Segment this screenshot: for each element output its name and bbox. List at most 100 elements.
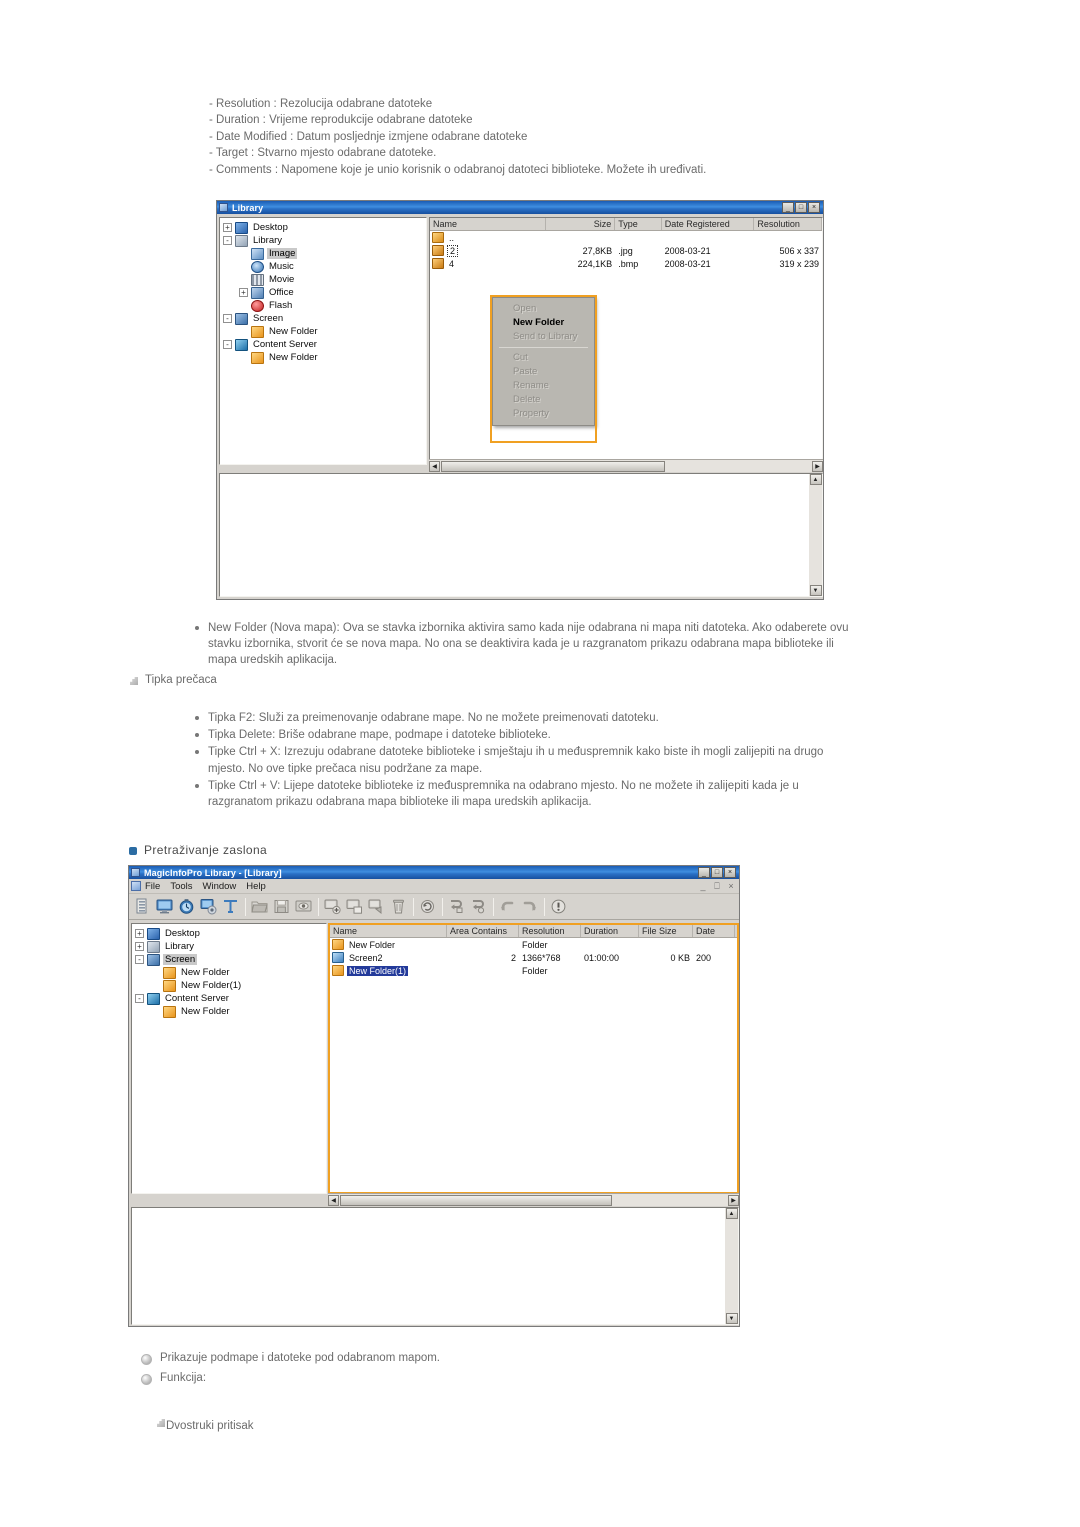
library-folder-tree[interactable]: + Desktop - Library Image Music Movie + … xyxy=(220,218,426,364)
tree-item-screen-newfolder[interactable]: New Folder xyxy=(223,325,426,338)
screen-monitor-icon[interactable] xyxy=(154,896,175,917)
settings-gear-icon[interactable] xyxy=(198,896,219,917)
column-header-name[interactable]: Name xyxy=(430,218,546,230)
magicinfopro-titlebar[interactable]: MagicInfoPro Library - [Library] _ □ × xyxy=(129,866,739,879)
close-button[interactable]: × xyxy=(808,202,820,213)
tree-item-new-folder-1[interactable]: New Folder(1) xyxy=(135,979,326,992)
tree-item-screen[interactable]: - Screen xyxy=(135,953,326,966)
tree-item-new-folder[interactable]: New Folder xyxy=(135,966,326,979)
column-header-name[interactable]: Name xyxy=(330,925,447,937)
close-button[interactable]: × xyxy=(724,867,736,878)
expander-icon[interactable]: + xyxy=(135,929,144,938)
scroll-up-button[interactable]: ▲ xyxy=(809,474,822,485)
menu-window[interactable]: Window xyxy=(203,881,237,892)
hscroll-thumb[interactable] xyxy=(441,460,665,472)
expander-icon[interactable]: + xyxy=(239,288,248,297)
library-list-hscrollbar[interactable]: ◀ ▶ xyxy=(429,459,823,472)
tree-item-library[interactable]: + Library xyxy=(135,940,326,953)
library-list-header[interactable]: Name Size Type Date Registered Resolutio… xyxy=(430,218,822,231)
magicinfopro-folder-tree[interactable]: + Desktop + Library - Screen New Folder xyxy=(132,924,326,1018)
column-header-area-contains[interactable]: Area Contains xyxy=(447,925,519,937)
hscroll-thumb[interactable] xyxy=(340,1194,612,1206)
tree-item-flash[interactable]: Flash xyxy=(223,299,426,312)
detail-pane-vscrollbar[interactable]: ▲ ▼ xyxy=(725,1208,738,1324)
tree-item-desktop[interactable]: + Desktop xyxy=(135,927,326,940)
tree-item-image[interactable]: Image xyxy=(223,247,426,260)
expander-icon[interactable]: - xyxy=(135,955,144,964)
menu-file[interactable]: File xyxy=(145,881,160,892)
scroll-left-button[interactable]: ◀ xyxy=(328,1194,339,1206)
copy-screen-icon[interactable] xyxy=(344,896,365,917)
tree-item-music[interactable]: Music xyxy=(223,260,426,273)
mdi-restore-button[interactable]: ⎕ xyxy=(712,881,722,892)
magicinfopro-list-body[interactable]: New Folder Folder Screen2 2 1366*768 01:… xyxy=(330,938,737,977)
mdi-close-button[interactable]: × xyxy=(726,881,736,892)
table-row[interactable]: Screen2 2 1366*768 01:00:00 0 KB 200 xyxy=(330,951,737,964)
maximize-button[interactable]: □ xyxy=(795,202,807,213)
scroll-left-button[interactable]: ◀ xyxy=(429,460,440,472)
expander-icon[interactable]: - xyxy=(223,314,232,323)
expander-icon[interactable]: - xyxy=(223,236,232,245)
context-menu-item-cut[interactable]: Cut xyxy=(493,351,594,365)
context-menu-item-delete[interactable]: Delete xyxy=(493,393,594,407)
tree-item-office[interactable]: + Office xyxy=(223,286,426,299)
delete-trash-icon[interactable] xyxy=(388,896,409,917)
context-menu-item-paste[interactable]: Paste xyxy=(493,365,594,379)
library-list-pane[interactable]: Name Size Type Date Registered Resolutio… xyxy=(429,217,823,465)
tree-item-library[interactable]: - Library xyxy=(223,234,426,247)
library-window-titlebar[interactable]: Library _ □ × xyxy=(217,201,823,214)
scroll-right-button[interactable]: ▶ xyxy=(728,1194,739,1206)
open-folder-icon[interactable] xyxy=(249,896,270,917)
content-list-icon[interactable] xyxy=(132,896,153,917)
column-header-date[interactable]: Date xyxy=(693,925,735,937)
column-header-type[interactable]: Type xyxy=(615,218,662,230)
tree-item-desktop[interactable]: + Desktop xyxy=(223,221,426,234)
redo-icon[interactable] xyxy=(519,896,540,917)
context-menu-item-send-to-library[interactable]: Send to Library xyxy=(493,330,594,344)
table-row[interactable]: 2 27,8KB .jpg 2008-03-21 506 x 337 xyxy=(430,244,822,257)
scroll-down-button[interactable]: ▼ xyxy=(809,585,822,596)
comments-vscrollbar[interactable]: ▲ ▼ xyxy=(809,474,822,596)
library-window[interactable]: Library _ □ × + Desktop - Library Image … xyxy=(216,200,824,600)
table-row[interactable]: .. xyxy=(430,231,822,244)
undo-icon[interactable] xyxy=(497,896,518,917)
scroll-down-button[interactable]: ▼ xyxy=(725,1313,738,1324)
expander-icon[interactable]: + xyxy=(223,223,232,232)
table-row[interactable]: New Folder(1) Folder xyxy=(330,964,737,977)
tree-item-content-server-newfolder[interactable]: New Folder xyxy=(223,351,426,364)
column-header-size[interactable]: Size xyxy=(546,218,616,230)
minimize-button[interactable]: _ xyxy=(782,202,794,213)
menubar[interactable]: File Tools Window Help _ ⎕ × xyxy=(129,879,739,894)
tree-item-content-server[interactable]: - Content Server xyxy=(135,992,326,1005)
magicinfopro-list-hscrollbar[interactable]: ◀ ▶ xyxy=(328,1193,739,1206)
refresh-icon[interactable] xyxy=(417,896,438,917)
magicinfopro-window[interactable]: MagicInfoPro Library - [Library] _ □ × F… xyxy=(128,865,740,1327)
column-header-resolution[interactable]: Resolution xyxy=(754,218,822,230)
table-row[interactable]: New Folder Folder xyxy=(330,938,737,951)
magicinfopro-list-pane[interactable]: Name Area Contains Resolution Duration F… xyxy=(328,923,739,1194)
library-tree-pane[interactable]: + Desktop - Library Image Music Movie + … xyxy=(219,217,427,465)
table-row[interactable]: 4 224,1KB .bmp 2008-03-21 319 x 239 xyxy=(430,257,822,270)
minimize-button[interactable]: _ xyxy=(698,867,710,878)
magicinfopro-list-header[interactable]: Name Area Contains Resolution Duration F… xyxy=(330,925,737,938)
column-header-resolution[interactable]: Resolution xyxy=(519,925,581,937)
preview-eye-icon[interactable] xyxy=(293,896,314,917)
tree-item-content-server-newfolder[interactable]: New Folder xyxy=(135,1005,326,1018)
toolbar[interactable] xyxy=(129,894,739,920)
mdi-minimize-button[interactable]: _ xyxy=(698,881,708,892)
info-icon[interactable] xyxy=(548,896,569,917)
expander-icon[interactable]: + xyxy=(135,942,144,951)
expander-icon[interactable]: - xyxy=(135,994,144,1003)
context-menu-item-open[interactable]: Open xyxy=(493,302,594,316)
library-list-body[interactable]: .. 2 27,8KB .jpg 2008-03-21 506 x 337 4 … xyxy=(430,231,822,270)
context-menu-item-rename[interactable]: Rename xyxy=(493,379,594,393)
send-to-icon[interactable] xyxy=(446,896,467,917)
receive-from-icon[interactable] xyxy=(468,896,489,917)
magicinfopro-tree-pane[interactable]: + Desktop + Library - Screen New Folder xyxy=(131,923,327,1194)
context-menu-item-property[interactable]: Property xyxy=(493,407,594,421)
tree-item-movie[interactable]: Movie xyxy=(223,273,426,286)
menu-help[interactable]: Help xyxy=(246,881,266,892)
column-header-file-size[interactable]: File Size xyxy=(639,925,693,937)
column-header-duration[interactable]: Duration xyxy=(581,925,639,937)
comments-pane[interactable]: ▲ ▼ xyxy=(219,473,823,597)
